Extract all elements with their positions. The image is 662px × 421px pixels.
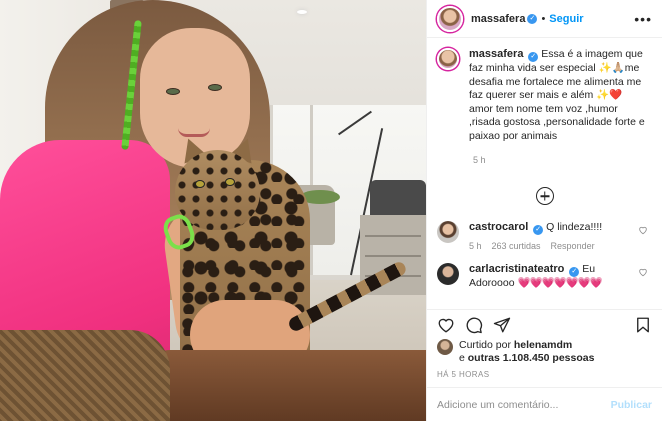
separator-dot: • (541, 12, 546, 25)
instagram-post: massafera ✓ • Seguir ••• massafera ✓ Ess… (0, 0, 662, 421)
comment-form: Publicar (427, 387, 662, 421)
comment-meta: 5 h 263 curtidas Responder (469, 240, 634, 253)
liked-by-text: Curtido por helenamdm e outras 1.108.450… (459, 339, 594, 365)
comment-likes[interactable]: 263 curtidas (492, 240, 541, 253)
post-header: massafera ✓ • Seguir ••• (427, 0, 662, 38)
woven-chair (0, 330, 170, 421)
right-eye (208, 84, 222, 91)
comment-text: Q lindeza!!!! (546, 221, 603, 233)
comment-username[interactable]: carlacristinateatro (469, 263, 564, 275)
verified-icon: ✓ (527, 13, 538, 24)
caption-avatar[interactable] (437, 48, 459, 70)
liked-by: Curtido por helenamdm e outras 1.108.450… (427, 339, 662, 365)
publish-button[interactable]: Publicar (611, 399, 652, 411)
follow-button[interactable]: Seguir (549, 13, 583, 25)
cat-eye-left (195, 180, 205, 188)
liked-by-user[interactable]: helenamdm (514, 339, 572, 351)
comment-time[interactable]: 5 h (469, 240, 482, 253)
liker-avatar[interactable] (437, 339, 453, 355)
post-sidebar: massafera ✓ • Seguir ••• massafera ✓ Ess… (426, 0, 662, 421)
caption-text: Essa é a imagem que faz minha vida ser e… (469, 48, 645, 142)
cat-eye-right (225, 178, 235, 186)
load-more-comments-icon[interactable] (535, 187, 554, 205)
comment-item: castrocarol ✓ Q lindeza!!!! 5 h 263 curt… (437, 221, 652, 253)
like-heart-icon[interactable] (437, 316, 455, 334)
comment-username[interactable]: castrocarol (469, 221, 528, 233)
verified-icon: ✓ (528, 52, 539, 62)
action-bar (427, 309, 662, 339)
comment-item: carlacristinateatro ✓ Eu Adoroooo 💗💗💗💗💗💗… (437, 263, 652, 290)
verified-icon: ✓ (533, 225, 544, 235)
caption-text-block: massafera ✓ Essa é a imagem que faz minh… (469, 48, 649, 143)
like-comment-icon[interactable] (638, 225, 648, 235)
comment-bubble-icon[interactable] (465, 316, 483, 334)
caption: massafera ✓ Essa é a imagem que faz minh… (437, 48, 652, 143)
wooden-armrest (140, 350, 426, 421)
reply-button[interactable]: Responder (551, 240, 595, 253)
author-avatar[interactable] (437, 5, 463, 32)
more-options-icon[interactable]: ••• (634, 11, 652, 27)
like-comment-icon[interactable] (638, 267, 648, 277)
left-eye (166, 88, 180, 95)
comment-avatar[interactable] (437, 263, 459, 285)
comments-panel[interactable]: massafera ✓ Essa é a imagem que faz minh… (427, 38, 662, 309)
comment-body: castrocarol ✓ Q lindeza!!!! 5 h 263 curt… (469, 221, 634, 253)
caption-username[interactable]: massafera (469, 48, 523, 60)
post-photo[interactable] (0, 0, 426, 421)
comment-avatar[interactable] (437, 221, 459, 243)
comment-input[interactable] (437, 398, 611, 411)
liked-by-conjunction: e (459, 352, 465, 364)
post-time[interactable]: HÁ 5 HORAS (427, 365, 662, 387)
author-username[interactable]: massafera (471, 13, 525, 25)
liked-by-others[interactable]: outras 1.108.450 pessoas (468, 352, 595, 364)
share-plane-icon[interactable] (493, 316, 511, 334)
comment-body: carlacristinateatro ✓ Eu Adoroooo 💗💗💗💗💗💗… (469, 263, 634, 290)
verified-icon: ✓ (569, 267, 580, 277)
liked-by-prefix: Curtido por (459, 339, 511, 351)
bookmark-icon[interactable] (634, 316, 652, 334)
caption-time[interactable]: 5 h (473, 155, 652, 165)
comment-emoji-hearts: 💗💗💗💗💗💗💗 (517, 277, 603, 289)
ceiling-light (297, 10, 307, 14)
